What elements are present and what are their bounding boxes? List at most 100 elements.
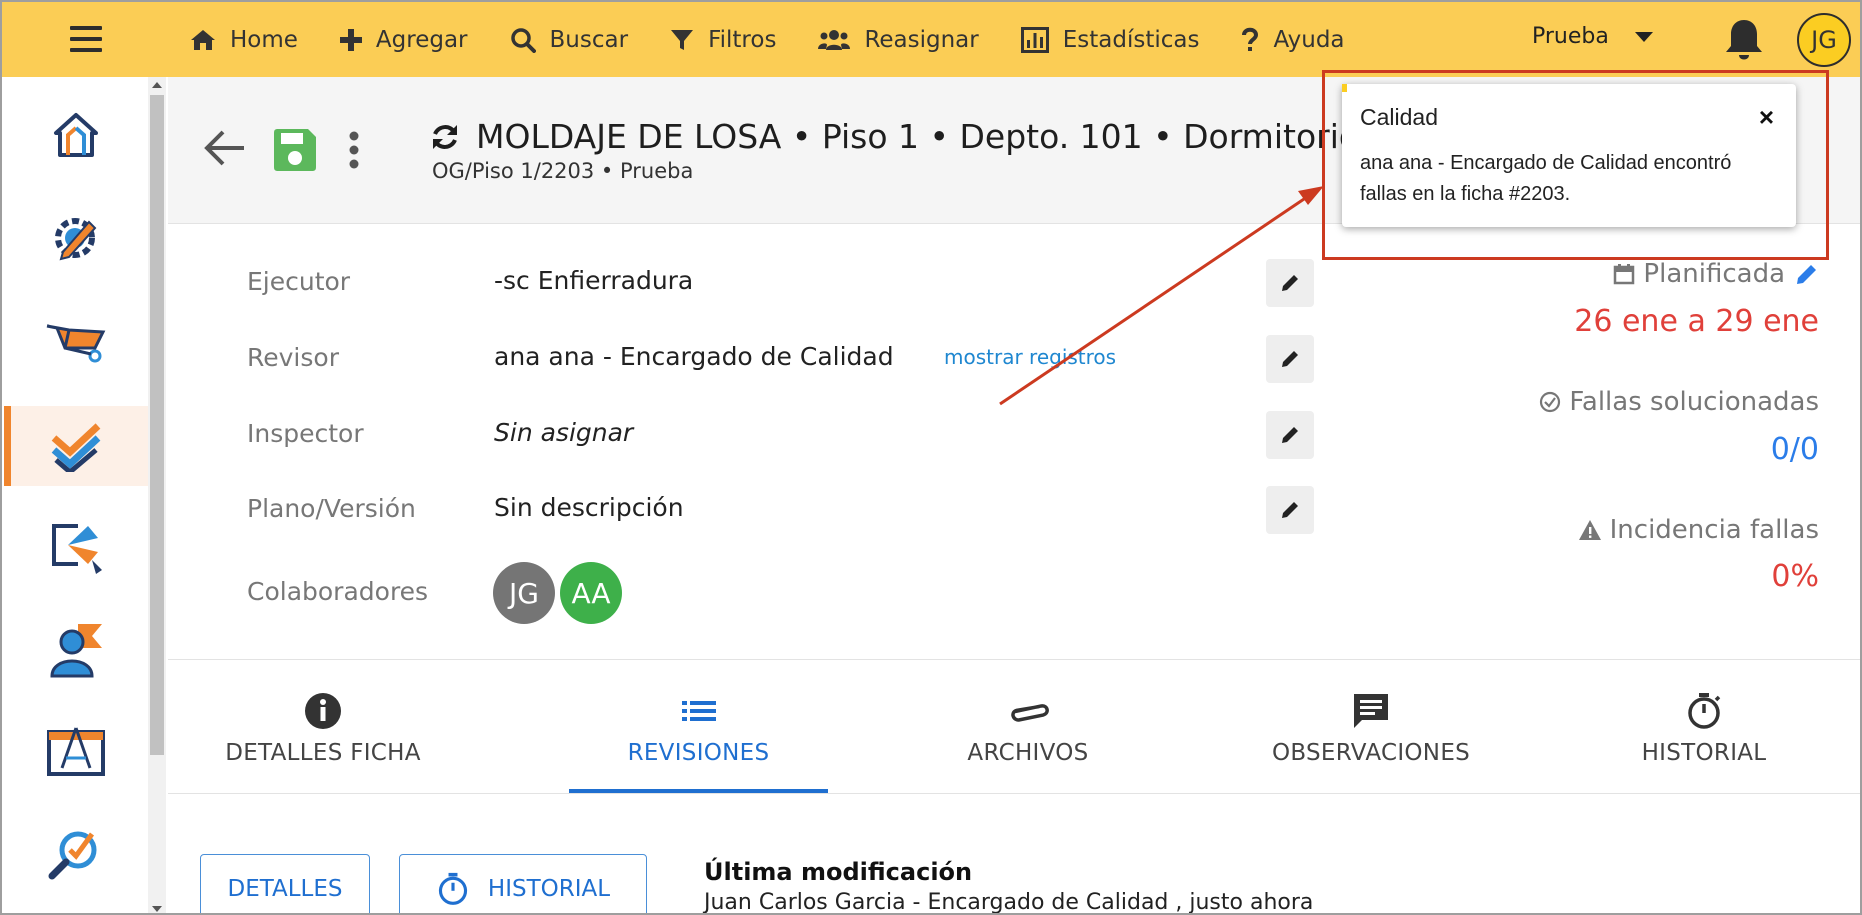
tabs-border — [168, 793, 1860, 794]
last-modified-text: Juan Carlos Garcia - Encargado de Calida… — [704, 890, 1314, 915]
tab-revisiones[interactable]: REVISIONES — [569, 692, 828, 792]
fallas-label: Fallas solucionadas — [1539, 387, 1819, 417]
sidebar-item-home[interactable] — [4, 95, 148, 175]
nav-agregar-label: Agregar — [375, 26, 468, 53]
title-row: MOLDAJE DE LOSA • Piso 1 • Depto. 101 • … — [430, 117, 1391, 156]
incidencia-value: 0% — [1771, 559, 1819, 594]
house-icon — [54, 113, 98, 157]
nav-estadisticas-label: Estadísticas — [1062, 26, 1200, 53]
sidebar-item-wheelbarrow[interactable] — [4, 299, 148, 379]
nav-buscar[interactable]: Buscar — [510, 2, 629, 77]
sidebar-item-inspection[interactable] — [4, 814, 148, 894]
last-modified-title: Última modificación — [704, 858, 973, 886]
user-avatar-initials: JG — [1811, 26, 1837, 54]
sidebar-scrollbar[interactable] — [148, 77, 166, 913]
edit-ejecutor-button[interactable] — [1266, 259, 1314, 307]
plano-value: Sin descripción — [494, 493, 684, 522]
planificada-label-text: Planificada — [1643, 259, 1785, 289]
hamburger-menu-icon[interactable] — [70, 26, 102, 52]
tab-observaciones-label: OBSERVACIONES — [1271, 740, 1471, 766]
show-records-link[interactable]: mostrar registros — [944, 345, 1116, 369]
nav-filtros[interactable]: Filtros — [670, 2, 776, 77]
pencil-icon — [1282, 275, 1298, 291]
ejecutor-value: -sc Enfierradura — [494, 266, 694, 295]
nav-buscar-label: Buscar — [549, 26, 629, 53]
scroll-up-arrow-icon[interactable] — [152, 82, 162, 88]
fallas-label-text: Fallas solucionadas — [1569, 387, 1819, 417]
plus-icon — [339, 28, 362, 51]
sidebar-item-revisions[interactable] — [4, 406, 148, 486]
incidencia-label: Incidencia fallas — [1578, 515, 1819, 545]
tab-archivos[interactable]: ARCHIVOS — [928, 692, 1128, 792]
nav-home[interactable]: Home — [190, 2, 298, 77]
sidebar-item-transfer[interactable] — [4, 508, 148, 588]
nav-estadisticas[interactable]: Estadísticas — [1020, 2, 1200, 77]
users-icon — [818, 29, 851, 50]
stopwatch-icon — [1688, 693, 1721, 729]
check-circle-icon — [1540, 391, 1561, 413]
sidebar-item-users[interactable] — [4, 610, 148, 690]
app-window: Home Agregar Buscar Filtros Reasignar Es… — [0, 0, 1862, 915]
sidebar — [4, 77, 148, 913]
historial-button-label: HISTORIAL — [487, 876, 611, 902]
more-vertical-icon[interactable] — [348, 131, 360, 169]
tab-historial[interactable]: HISTORIAL — [1604, 692, 1804, 792]
fallas-value: 0/0 — [1770, 432, 1819, 467]
comment-icon — [1354, 694, 1388, 728]
tab-detalles-ficha-label: DETALLES FICHA — [225, 740, 421, 766]
planificada-label: Planificada — [1613, 259, 1819, 289]
list-icon — [681, 701, 716, 721]
page-title: MOLDAJE DE LOSA • Piso 1 • Depto. 101 • … — [476, 117, 1391, 156]
section-divider — [168, 659, 1860, 660]
project-select-value: Prueba — [1532, 24, 1609, 49]
collaborator-initials: AA — [571, 576, 611, 610]
nav-ayuda-label: Ayuda — [1273, 26, 1345, 53]
edit-inspector-button[interactable] — [1266, 411, 1314, 459]
nav-reasignar-label: Reasignar — [864, 26, 979, 53]
tab-bar: DETALLES FICHA REVISIONES ARCHIVOS OBSER… — [168, 692, 1860, 792]
collaborator-avatar[interactable]: AA — [560, 562, 622, 624]
bar-chart-icon — [1020, 26, 1049, 53]
back-arrow-icon[interactable] — [204, 129, 246, 167]
scroll-thumb[interactable] — [150, 95, 164, 755]
detalles-button[interactable]: DETALLES — [200, 854, 370, 913]
edit-revisor-button[interactable] — [1266, 335, 1314, 383]
pencil-icon — [1282, 351, 1298, 367]
collaborator-initials: JG — [509, 576, 539, 610]
colaboradores-label: Colaboradores — [247, 577, 429, 606]
nav-ayuda[interactable]: Ayuda — [1241, 2, 1345, 77]
refresh-icon[interactable] — [430, 122, 460, 152]
bell-icon[interactable] — [1722, 17, 1766, 63]
revisor-value: ana ana - Encargado de Calidad — [494, 342, 894, 371]
tab-detalles-ficha[interactable]: DETALLES FICHA — [208, 692, 438, 792]
tab-observaciones[interactable]: OBSERVACIONES — [1251, 692, 1491, 792]
gear-pencil-icon — [55, 218, 97, 261]
sidebar-item-settings[interactable] — [4, 197, 148, 277]
save-icon[interactable] — [272, 127, 318, 173]
check-layers-icon — [51, 423, 101, 472]
pencil-icon — [1282, 427, 1298, 443]
blueprint-icon — [47, 727, 105, 776]
edit-planificada-icon[interactable] — [1795, 262, 1819, 286]
inspector-label: Inspector — [247, 419, 364, 448]
tab-historial-label: HISTORIAL — [1641, 740, 1767, 766]
project-select[interactable]: Prueba — [1532, 24, 1653, 49]
nav-home-label: Home — [230, 26, 298, 53]
calendar-icon — [1614, 264, 1635, 285]
scroll-down-arrow-icon[interactable] — [152, 906, 162, 912]
user-icon — [50, 624, 102, 678]
tab-archivos-label: ARCHIVOS — [967, 740, 1089, 766]
nav-reasignar[interactable]: Reasignar — [818, 2, 979, 77]
edit-plano-button[interactable] — [1266, 486, 1314, 534]
historial-button[interactable]: HISTORIAL — [399, 854, 647, 913]
collaborator-avatar[interactable]: JG — [493, 562, 555, 624]
inspector-value: Sin asignar — [494, 418, 634, 447]
detalles-button-label: DETALLES — [227, 876, 343, 902]
caret-down-icon — [1634, 31, 1653, 42]
sidebar-item-plans[interactable] — [4, 712, 148, 792]
magnifier-check-icon — [48, 831, 97, 880]
plano-label: Plano/Versión — [247, 494, 416, 523]
user-avatar[interactable]: JG — [1797, 13, 1851, 67]
nav-agregar[interactable]: Agregar — [339, 2, 468, 77]
ejecutor-label: Ejecutor — [247, 267, 351, 296]
